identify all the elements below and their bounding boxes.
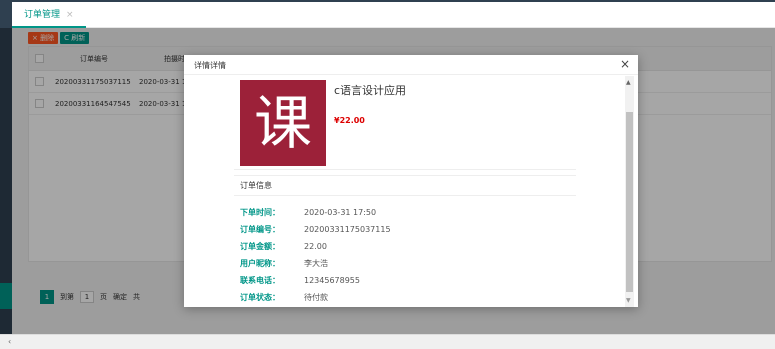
course-cover-char: 课 bbox=[253, 89, 312, 157]
info-label: 订单金额： bbox=[240, 242, 280, 251]
tab-close-icon[interactable]: × bbox=[66, 10, 74, 20]
tab-order-management[interactable]: 订单管理 × bbox=[12, 2, 86, 28]
info-value: 待付款 bbox=[304, 293, 328, 302]
info-label: 订单编号： bbox=[240, 225, 280, 234]
info-row-order-no: 订单编号： 20200331175037115 bbox=[240, 221, 576, 238]
tab-bar: 订单管理 × bbox=[12, 2, 775, 28]
course-name: c语言设计应用 bbox=[334, 84, 407, 97]
close-icon[interactable]: × bbox=[620, 57, 630, 71]
course-price: ¥22.00 bbox=[334, 116, 365, 125]
tab-label: 订单管理 bbox=[24, 10, 61, 20]
modal-header: 详情详情 × bbox=[184, 55, 638, 75]
scroll-up-icon[interactable]: ▲ bbox=[626, 79, 631, 86]
order-info-list: 下单时间： 2020-03-31 17:50 订单编号： 20200331175… bbox=[234, 196, 576, 306]
order-detail-modal: 详情详情 × 课 c语言设计应用 ¥22.00 订单信息 下单时间： 2020-… bbox=[184, 55, 638, 307]
modal-body[interactable]: 课 c语言设计应用 ¥22.00 订单信息 下单时间： 2020-03-31 1… bbox=[184, 76, 638, 307]
modal-title: 详情详情 bbox=[194, 61, 226, 70]
info-label: 用户昵称： bbox=[240, 259, 280, 268]
info-row-order-time: 下单时间： 2020-03-31 17:50 bbox=[240, 204, 576, 221]
info-row-amount: 订单金额： 22.00 bbox=[240, 238, 576, 255]
info-row-nickname: 用户昵称： 李大浩 bbox=[240, 255, 576, 272]
info-value: 李大浩 bbox=[304, 259, 328, 268]
order-info-title: 订单信息 bbox=[234, 176, 576, 196]
info-row-phone: 联系电话： 12345678955 bbox=[240, 272, 576, 289]
info-value: 2020-03-31 17:50 bbox=[304, 208, 377, 217]
scroll-down-icon[interactable]: ▼ bbox=[626, 297, 631, 304]
horizontal-scrollbar[interactable]: ‹ bbox=[0, 334, 775, 349]
scrollbar-thumb[interactable] bbox=[626, 112, 633, 292]
info-value: 12345678955 bbox=[304, 276, 360, 285]
info-row-status: 订单状态： 待付款 bbox=[240, 289, 576, 306]
modal-scrollbar[interactable]: ▲ ▼ bbox=[625, 76, 634, 307]
info-value: 22.00 bbox=[304, 242, 327, 251]
info-label: 联系电话： bbox=[240, 276, 280, 285]
order-info-card: 订单信息 下单时间： 2020-03-31 17:50 订单编号： 202003… bbox=[234, 175, 576, 307]
course-card: 课 c语言设计应用 ¥22.00 bbox=[234, 76, 576, 170]
scroll-left-icon[interactable]: ‹ bbox=[8, 337, 11, 346]
info-label: 下单时间： bbox=[240, 208, 280, 217]
info-label: 订单状态： bbox=[240, 293, 280, 302]
course-cover-image: 课 bbox=[240, 80, 326, 166]
info-value: 20200331175037115 bbox=[304, 225, 391, 234]
